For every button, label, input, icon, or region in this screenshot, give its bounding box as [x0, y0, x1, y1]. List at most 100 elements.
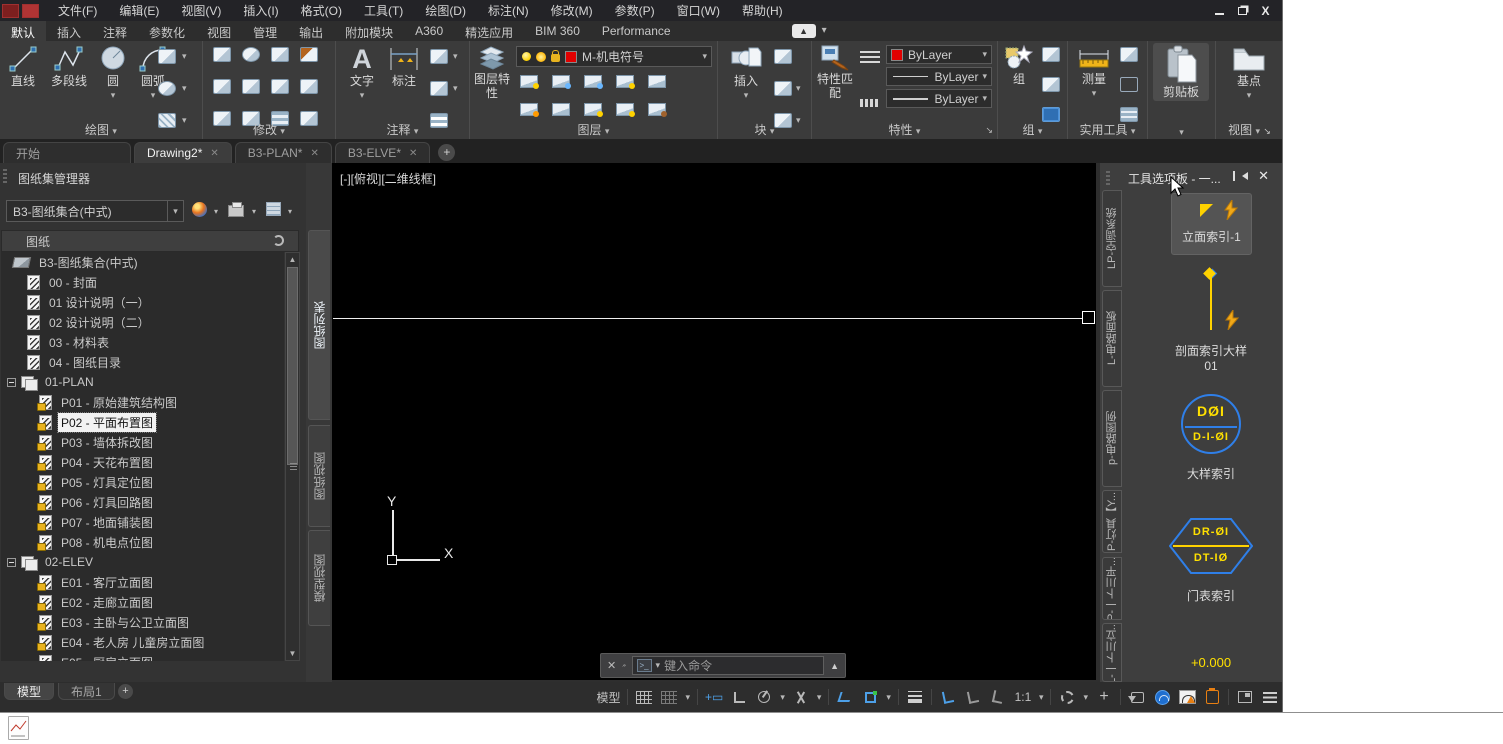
isolate-objects-icon[interactable] — [1128, 688, 1146, 706]
drawing-canvas[interactable]: [-][俯视][二维线框] Y X ✕ >_ ▾ ▲ — [332, 163, 1096, 680]
clean-screen-icon[interactable] — [1236, 688, 1254, 706]
sheet-item[interactable]: P08 - 机电点位图 — [1, 532, 284, 552]
workspace-switching-gear-icon[interactable] — [1058, 688, 1076, 706]
panel-label-block[interactable]: 块 ▾ — [718, 121, 811, 138]
tab-sheet-list[interactable]: 图纸列表 — [308, 230, 330, 420]
layer-freeze-icon[interactable] — [584, 75, 602, 88]
dropdown-arrow-icon[interactable]: ▾ — [744, 88, 749, 102]
calculator-icon[interactable] — [1120, 107, 1138, 122]
match-properties-button[interactable]: 特性匹配 — [814, 44, 856, 100]
customization-icon[interactable] — [1261, 688, 1279, 706]
command-close-icon[interactable]: ✕ — [607, 659, 616, 672]
ribbon-tab-a360[interactable]: A360 — [404, 21, 454, 41]
ribbon-tab-performance[interactable]: Performance — [591, 21, 682, 41]
ribbon-tab-bim360[interactable]: BIM 360 — [524, 21, 591, 41]
sheet-item[interactable]: E03 - 主卧与公卫立面图 — [1, 612, 284, 632]
menu-insert[interactable]: 插入(I) — [232, 1, 289, 20]
new-drawing-button[interactable]: + — [438, 144, 455, 161]
menu-file[interactable]: 文件(F) — [47, 1, 108, 20]
ribbon-tab-home[interactable]: 默认 — [0, 21, 46, 41]
lineweight-combo[interactable]: ByLayer▾ — [886, 89, 992, 108]
plot-button[interactable] — [228, 202, 246, 220]
ribbon-tab-annotate[interactable]: 注释 — [92, 21, 138, 41]
close-tab-icon[interactable]: ✕ — [310, 148, 318, 159]
model-tab[interactable]: 模型 — [4, 683, 54, 700]
dropdown-arrow-icon[interactable]: ▾ — [1083, 692, 1088, 703]
dropdown-arrow-icon[interactable]: ▾ — [817, 692, 822, 703]
tree-root[interactable]: B3-图纸集合(中式) — [1, 252, 284, 272]
layer-lock-icon[interactable] — [616, 75, 634, 88]
layer-properties-button[interactable]: 图层特性 — [472, 44, 512, 100]
dropdown-arrow-icon[interactable]: ▾ — [214, 207, 218, 216]
layer-thaw-all-icon[interactable] — [584, 103, 602, 116]
dropdown-arrow-icon[interactable]: ▾ — [656, 660, 661, 671]
command-customize-icon[interactable] — [622, 659, 625, 672]
dropdown-arrow-icon[interactable]: ▾ — [1039, 692, 1044, 703]
tree-scrollbar[interactable]: ▲ ▼ — [285, 252, 300, 661]
line-button[interactable]: 直线 — [4, 44, 42, 88]
ribbon-fold-button[interactable]: ▲ — [792, 24, 816, 38]
dropdown-arrow-icon[interactable]: ▾ — [685, 692, 690, 703]
layer-match-icon[interactable] — [552, 75, 570, 88]
command-prompt-icon[interactable]: >_ — [637, 659, 652, 672]
collapse-icon[interactable] — [7, 378, 16, 387]
sheet-set-combo[interactable]: B3-图纸集合(中式) ▾ — [6, 200, 184, 222]
file-tab-drawing2[interactable]: Drawing2*✕ — [134, 142, 232, 163]
menu-edit[interactable]: 编辑(E) — [108, 1, 170, 20]
move-icon[interactable] — [213, 47, 231, 62]
annotation-scale-value[interactable]: 1:1 — [1014, 688, 1032, 706]
dropdown-arrow-icon[interactable]: ▾ — [978, 71, 991, 82]
dialog-launcher-icon[interactable]: ↘ — [985, 125, 993, 136]
menu-window[interactable]: 窗口(W) — [666, 1, 731, 20]
annotation-autoscale-toggle[interactable] — [964, 688, 982, 706]
circle-button[interactable]: 圆▾ — [96, 44, 130, 102]
dropdown-arrow-icon[interactable]: ▾ — [453, 51, 458, 62]
menu-parametric[interactable]: 参数(P) — [604, 1, 666, 20]
scroll-down-icon[interactable]: ▼ — [286, 647, 299, 660]
layer-isolate-icon[interactable] — [520, 75, 538, 88]
layer-walk-icon[interactable] — [552, 103, 570, 116]
block-edit-icon[interactable] — [774, 49, 792, 64]
lineweight-toggle[interactable] — [906, 688, 924, 706]
dropdown-arrow-icon[interactable]: ▾ — [886, 692, 891, 703]
dropdown-arrow-icon[interactable]: ▾ — [111, 88, 116, 102]
dropdown-arrow-icon[interactable]: ▾ — [698, 51, 711, 62]
quick-select-icon[interactable] — [1120, 47, 1138, 62]
desktop-file-icon[interactable] — [8, 716, 29, 740]
tab-sheet-views[interactable]: 图纸视图 — [308, 425, 330, 527]
rotate-icon[interactable] — [242, 47, 260, 62]
layer-unisolate-icon[interactable] — [520, 103, 538, 116]
group-edit-icon[interactable] — [1042, 77, 1060, 92]
scroll-up-icon[interactable]: ▲ — [286, 253, 299, 266]
linetype-list-icon[interactable] — [860, 99, 880, 107]
menu-dimension[interactable]: 标注(N) — [477, 1, 540, 20]
id-point-icon[interactable] — [1120, 77, 1138, 92]
sheet-item[interactable]: E02 - 走廊立面图 — [1, 592, 284, 612]
panel-label-annotation[interactable]: 注释 ▾ — [336, 121, 469, 138]
menu-draw[interactable]: 绘图(D) — [414, 1, 477, 20]
ellipse-icon[interactable] — [158, 81, 176, 96]
minimize-button[interactable] — [1211, 4, 1228, 18]
scrollbar-thumb[interactable] — [287, 267, 298, 465]
group-button[interactable]: 组 — [1000, 44, 1038, 86]
dropdown-arrow-icon[interactable]: ▾ — [182, 83, 187, 94]
annotation-monitor-icon[interactable] — [1178, 688, 1196, 706]
file-tab-b3-elve[interactable]: B3-ELVE*✕ — [335, 142, 431, 163]
insert-button[interactable]: 插入▾ — [724, 44, 768, 102]
text-button[interactable]: A 文字▾ — [344, 44, 380, 102]
dropdown-arrow-icon[interactable]: ▾ — [167, 201, 183, 221]
sheet-item[interactable]: P07 - 地面铺装图 — [1, 512, 284, 532]
explode-icon[interactable] — [300, 79, 318, 94]
close-tab-icon[interactable]: ✕ — [409, 148, 417, 159]
dropdown-arrow-icon[interactable]: ▾ — [1247, 88, 1252, 102]
sheet-item[interactable]: 00 - 封面 — [1, 272, 284, 292]
group-selection-icon[interactable] — [1042, 107, 1060, 122]
dropdown-arrow-icon[interactable]: ▾ — [288, 207, 292, 216]
palette-tab-p-circuit-legend[interactable]: p-电路图例 — [1102, 390, 1122, 487]
measure-button[interactable]: 测量▾ — [1072, 44, 1116, 100]
linetype-combo[interactable]: ByLayer▾ — [886, 67, 992, 86]
sheet-item[interactable]: E01 - 客厅立面图 — [1, 572, 284, 592]
panel-label-groups[interactable]: 组 ▾ — [998, 121, 1067, 138]
dropdown-arrow-icon[interactable]: ▾ — [978, 49, 991, 60]
model-space-toggle[interactable]: 模型 — [596, 688, 620, 706]
